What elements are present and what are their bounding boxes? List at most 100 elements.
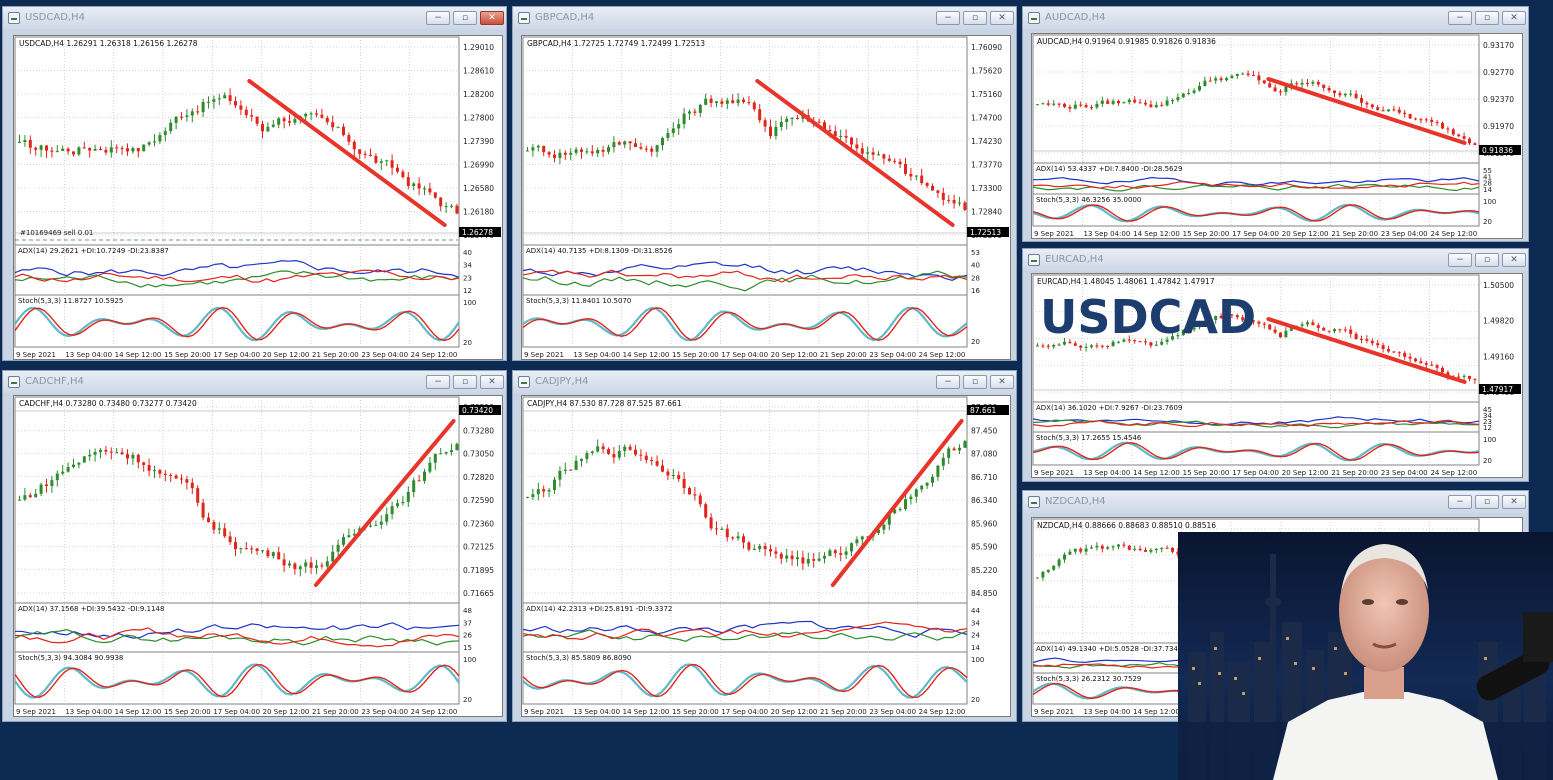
window-titlebar[interactable]: CADCHF,H4 − ▫ ✕ [3, 371, 506, 393]
time-tick-label: 14 Sep 12:00 [1133, 230, 1180, 238]
minimize-button[interactable]: − [426, 11, 450, 25]
time-tick-label: 14 Sep 12:00 [115, 351, 162, 359]
chart-plot-area[interactable]: 1.29010 1.28610 1.28200 1.27800 1.27390 1.269… [13, 35, 503, 360]
time-tick-label: 14 Sep 12:00 [623, 708, 670, 716]
chart-window-icon [8, 12, 20, 24]
chart-plot-area[interactable]: 0.735100.732800.730500.728200.725900.723… [13, 395, 503, 717]
maximize-button[interactable]: ▫ [963, 375, 987, 389]
adx-label: ADX(14) 36.1020 +DI:7.9267 -DI:23.7609 [1036, 404, 1182, 412]
chart-window-cadchf[interactable]: CADCHF,H4−▫✕0.735100.732800.730500.72820… [2, 370, 507, 722]
chart-plot-area[interactable]: 1.76090 1.75620 1.75160 1.74700 1.74230 1.737… [521, 35, 1011, 360]
close-button[interactable]: ✕ [1502, 253, 1526, 267]
close-button[interactable]: ✕ [1502, 11, 1526, 25]
close-button[interactable]: ✕ [990, 375, 1014, 389]
minimize-button[interactable]: − [426, 375, 450, 389]
time-tick-label: 23 Sep 04:00 [1381, 469, 1428, 477]
price-tick-label: 85.590 [971, 543, 997, 552]
price-tick-label: 0.91970 [1483, 122, 1514, 131]
close-button[interactable]: ✕ [480, 375, 504, 389]
stoch-level-label: 20 [971, 696, 980, 704]
time-tick-label: 13 Sep 04:00 [1084, 469, 1131, 477]
time-tick-label: 13 Sep 04:00 [65, 708, 112, 716]
chart-plot-area[interactable]: 0.931700.927700.923700.919700.915700.918… [1031, 33, 1523, 239]
current-price-label: 0.73420 [462, 406, 493, 415]
time-tick-label: 17 Sep 04:00 [213, 708, 260, 716]
adx-level-label: 40 [971, 262, 980, 270]
maximize-button[interactable]: ▫ [1475, 11, 1499, 25]
overlay-title: USDCAD [1040, 290, 1257, 344]
symbol-header: GBPCAD,H4 1.72725 1.72749 1.72499 1.7251… [527, 39, 705, 48]
price-tick-label: 1.74700 [971, 114, 1002, 123]
time-tick-label: 9 Sep 2021 [16, 708, 56, 716]
price-tick-label: 0.72360 [463, 519, 494, 528]
maximize-button[interactable]: ▫ [1475, 253, 1499, 267]
close-button[interactable]: ✕ [990, 11, 1014, 25]
adx-level-label: 40 [463, 249, 472, 257]
stoch-label: Stoch(5,3,3) 46.3256 35.0000 [1036, 196, 1141, 204]
adx-level-label: 26 [463, 632, 472, 640]
time-tick-label: 24 Sep 12:00 [411, 708, 458, 716]
chart-window-cadjpy[interactable]: CADJPY,H4−▫✕87.82087.45087.08086.71086.3… [512, 370, 1017, 722]
maximize-button[interactable]: ▫ [963, 11, 987, 25]
chart-window-audcad[interactable]: AUDCAD,H4 − ▫ ✕ 0.93170 0.92770 0.92370 0.91970… [1022, 6, 1529, 242]
adx-level-label: 34 [971, 619, 980, 627]
current-price-label: 0.91836 [1482, 146, 1513, 155]
price-tick-label: 0.73050 [463, 450, 494, 459]
price-tick-label: 0.71895 [463, 566, 494, 575]
time-tick-label: 20 Sep 12:00 [263, 351, 310, 359]
window-titlebar[interactable]: CADJPY,H4 − ▫ ✕ [513, 371, 1016, 393]
chart-window-eurcad[interactable]: EURCAD,H4−▫✕1.505001.498201.491601.48480… [1022, 248, 1529, 482]
current-price-label: 1.72513 [970, 228, 1001, 237]
close-button[interactable]: ✕ [1502, 495, 1526, 509]
chart-window-usdcad[interactable]: USDCAD,H4 − ▫ ✕ 1.29010 1.28610 1.28200 1.27800… [2, 6, 507, 361]
time-tick-label: 9 Sep 2021 [524, 351, 564, 359]
adx-level-label: 34 [463, 262, 472, 270]
minimize-button[interactable]: − [936, 11, 960, 25]
time-tick-label: 9 Sep 2021 [524, 708, 564, 716]
chart-window-icon [8, 376, 20, 388]
window-titlebar[interactable]: GBPCAD,H4 − ▫ ✕ [513, 7, 1016, 29]
adx-level-label: 53 [971, 249, 980, 257]
time-tick-label: 15 Sep 20:00 [164, 351, 211, 359]
time-tick-label: 15 Sep 20:00 [672, 708, 719, 716]
time-tick-label: 20 Sep 12:00 [1282, 230, 1329, 238]
minimize-button[interactable]: − [1448, 11, 1472, 25]
time-tick-label: 13 Sep 04:00 [65, 351, 112, 359]
price-tick-label: 0.72125 [463, 543, 494, 552]
window-titlebar[interactable]: NZDCAD,H4 − ▫ ✕ [1023, 491, 1528, 513]
candle [1127, 544, 1131, 551]
stoch-level-label: 100 [1483, 198, 1496, 206]
price-tick-label: 1.27800 [463, 114, 494, 123]
stoch-level-label: 20 [1483, 218, 1492, 226]
chart-plot-area[interactable]: 87.82087.45087.08086.71086.34085.96085.5… [521, 395, 1011, 717]
price-tick-label: 1.76090 [971, 43, 1002, 52]
time-tick-label: 17 Sep 04:00 [213, 351, 260, 359]
maximize-button[interactable]: ▫ [453, 375, 477, 389]
chart-window-gbpcad[interactable]: GBPCAD,H4 − ▫ ✕ 1.76090 1.75620 1.75160 1.74700… [512, 6, 1017, 361]
adx-level-label: 16 [971, 287, 980, 295]
maximize-button[interactable]: ▫ [453, 11, 477, 25]
stoch-label: Stoch(5,3,3) 85.5809 86.8090 [526, 654, 631, 662]
maximize-button[interactable]: ▫ [1475, 495, 1499, 509]
close-button[interactable]: ✕ [480, 11, 504, 25]
time-tick-label: 17 Sep 04:00 [1232, 230, 1279, 238]
minimize-button[interactable]: − [936, 375, 960, 389]
minimize-button[interactable]: − [1448, 253, 1472, 267]
order-label: #10169469 sell 0.01 [20, 229, 93, 237]
time-tick-label: 13 Sep 04:00 [573, 708, 620, 716]
candle [82, 456, 86, 463]
window-titlebar[interactable]: USDCAD,H4 − ▫ ✕ [3, 7, 506, 29]
price-tick-label: 1.26180 [463, 208, 494, 217]
price-tick-label: 86.340 [971, 496, 997, 505]
window-titlebar[interactable]: AUDCAD,H4 − ▫ ✕ [1023, 7, 1528, 29]
stoch-label: Stoch(5,3,3) 94.3084 90.9938 [18, 654, 123, 662]
time-tick-label: 23 Sep 04:00 [361, 708, 408, 716]
time-tick-label: 17 Sep 04:00 [721, 708, 768, 716]
adx-level-label: 14 [1483, 186, 1492, 194]
candle [1268, 323, 1272, 330]
window-titlebar[interactable]: EURCAD,H4 − ▫ ✕ [1023, 249, 1528, 271]
price-chart: 1.76090 1.75620 1.75160 1.74700 1.74230 1.737… [522, 36, 1009, 359]
time-tick-label: 17 Sep 04:00 [721, 351, 768, 359]
minimize-button[interactable]: − [1448, 495, 1472, 509]
symbol-header: CADJPY,H4 87.530 87.728 87.525 87.661 [527, 399, 682, 408]
